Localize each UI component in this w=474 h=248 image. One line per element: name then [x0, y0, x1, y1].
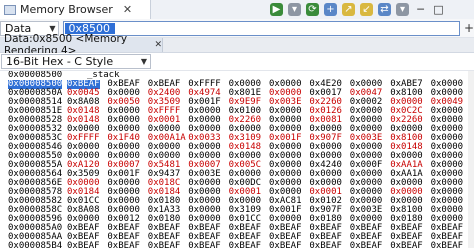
close-icon[interactable]: ✕: [154, 40, 162, 50]
sync-icon[interactable]: ⟳: [306, 3, 319, 16]
memory-browser-icon: [4, 4, 16, 15]
memory-grid[interactable]: 0x00008500 _stack 0x00008500 0xBEAF 0xBEAF 0x…: [0, 71, 474, 248]
memory-cell[interactable]: 0xBEAF: [107, 242, 140, 248]
memory-cell[interactable]: 0xBEAF: [269, 242, 302, 248]
view-toolbar: ▶ ▾ ⟳ + ↗ ↙ ⇄ ▾ ─ □: [270, 2, 445, 17]
format-select[interactable]: 16-Bit Hex - C Style ▼: [1, 54, 151, 69]
memory-cell[interactable]: 0xBEAF: [229, 242, 262, 248]
import-icon[interactable]: ↙: [360, 3, 373, 16]
chevron-down-icon: ▼: [140, 57, 148, 66]
minimize-icon[interactable]: ─: [414, 3, 427, 16]
memory-cell[interactable]: 0xBEAF: [350, 242, 383, 248]
address-input[interactable]: [65, 22, 116, 34]
memory-browser-tab-label: Memory Browser: [20, 3, 113, 16]
memory-cell[interactable]: 0xBEAF: [309, 242, 342, 248]
maximize-icon[interactable]: □: [432, 3, 445, 16]
memory-cell[interactable]: 0xBEAF: [431, 242, 464, 248]
chevron-down-icon: ▼: [49, 23, 56, 33]
memory-cell[interactable]: 0xBEAF: [67, 242, 100, 248]
memory-cell[interactable]: 0xBEAF: [148, 242, 181, 248]
view-menu-icon[interactable]: ▾: [396, 3, 409, 16]
add-icon[interactable]: +: [464, 21, 474, 35]
rendering-tab-bar: Data:0x8500 <Memory Rendering 4> ✕: [0, 33, 474, 57]
format-row: 16-Bit Hex - C Style ▼: [0, 53, 474, 71]
memory-row-address: 0x000085B4: [8, 241, 63, 248]
close-icon[interactable]: ✕: [123, 3, 132, 16]
export-icon[interactable]: ↗: [342, 3, 355, 16]
format-value: 16-Bit Hex - C Style: [6, 55, 114, 68]
memory-browser-tab[interactable]: Memory Browser ✕: [0, 0, 151, 19]
title-bar: Memory Browser ✕ ▶ ▾ ⟳ + ↗ ↙ ⇄ ▾ ─ □: [0, 0, 474, 20]
dropdown-icon[interactable]: ▾: [288, 3, 301, 16]
memory-cell[interactable]: 0xBEAF: [390, 242, 423, 248]
memory-row: 0x000085B4 0xBEAF 0xBEAF 0xBEAF 0xBEAF 0xBEAF…: [0, 242, 474, 248]
vertical-scrollbar[interactable]: [468, 71, 474, 248]
memory-cell[interactable]: 0xBEAF: [188, 242, 221, 248]
new-tab-icon[interactable]: +: [324, 3, 337, 16]
rendering-tab[interactable]: Data:0x8500 <Memory Rendering 4> ✕: [0, 33, 163, 57]
run-icon[interactable]: ▶: [270, 3, 283, 16]
link-icon[interactable]: ⇄: [378, 3, 391, 16]
